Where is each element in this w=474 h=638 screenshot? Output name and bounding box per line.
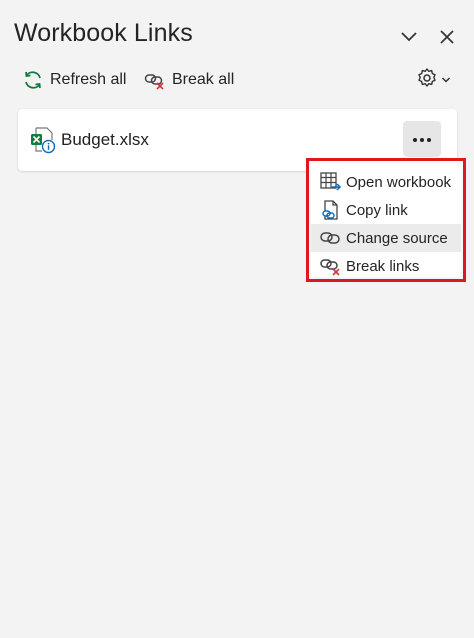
refresh-all-label: Refresh all bbox=[50, 71, 127, 88]
close-button[interactable] bbox=[434, 24, 460, 50]
menu-item-label: Break links bbox=[346, 257, 420, 275]
more-options-button[interactable] bbox=[403, 121, 441, 157]
more-icon bbox=[412, 130, 432, 148]
toolbar: Refresh all Break all bbox=[0, 64, 474, 96]
collapse-button[interactable] bbox=[396, 24, 422, 50]
chevron-down-icon bbox=[441, 71, 451, 89]
menu-item-label: Open workbook bbox=[346, 173, 452, 191]
excel-file-info-icon bbox=[30, 126, 56, 154]
menu-item-open-workbook[interactable]: Open workbook bbox=[311, 168, 461, 196]
workbook-links-pane: Workbook Links Refresh all Break all Bud… bbox=[0, 0, 474, 638]
close-icon bbox=[439, 29, 455, 45]
open-workbook-icon bbox=[319, 171, 343, 193]
gear-icon bbox=[416, 67, 438, 94]
menu-item-label: Change source bbox=[346, 229, 448, 247]
copy-link-icon bbox=[319, 199, 343, 221]
menu-item-break-links[interactable]: Break links bbox=[311, 252, 461, 280]
menu-item-label: Copy link bbox=[346, 201, 408, 219]
link-context-menu: Open workbook Copy link Change source Br… bbox=[306, 158, 466, 282]
break-all-button[interactable]: Break all bbox=[144, 64, 234, 96]
context-menu-body: Open workbook Copy link Change source Br… bbox=[311, 164, 461, 277]
menu-item-change-source[interactable]: Change source bbox=[311, 224, 461, 252]
break-link-icon bbox=[144, 69, 166, 91]
menu-item-copy-link[interactable]: Copy link bbox=[311, 196, 461, 224]
break-link-icon bbox=[319, 255, 343, 277]
link-file-name: Budget.xlsx bbox=[61, 130, 149, 149]
refresh-icon bbox=[22, 69, 44, 91]
settings-button[interactable] bbox=[416, 64, 451, 96]
change-source-icon bbox=[319, 227, 343, 249]
pane-title: Workbook Links bbox=[14, 19, 193, 47]
refresh-all-button[interactable]: Refresh all bbox=[22, 64, 126, 96]
chevron-down-icon bbox=[400, 31, 418, 43]
break-all-label: Break all bbox=[172, 71, 235, 88]
